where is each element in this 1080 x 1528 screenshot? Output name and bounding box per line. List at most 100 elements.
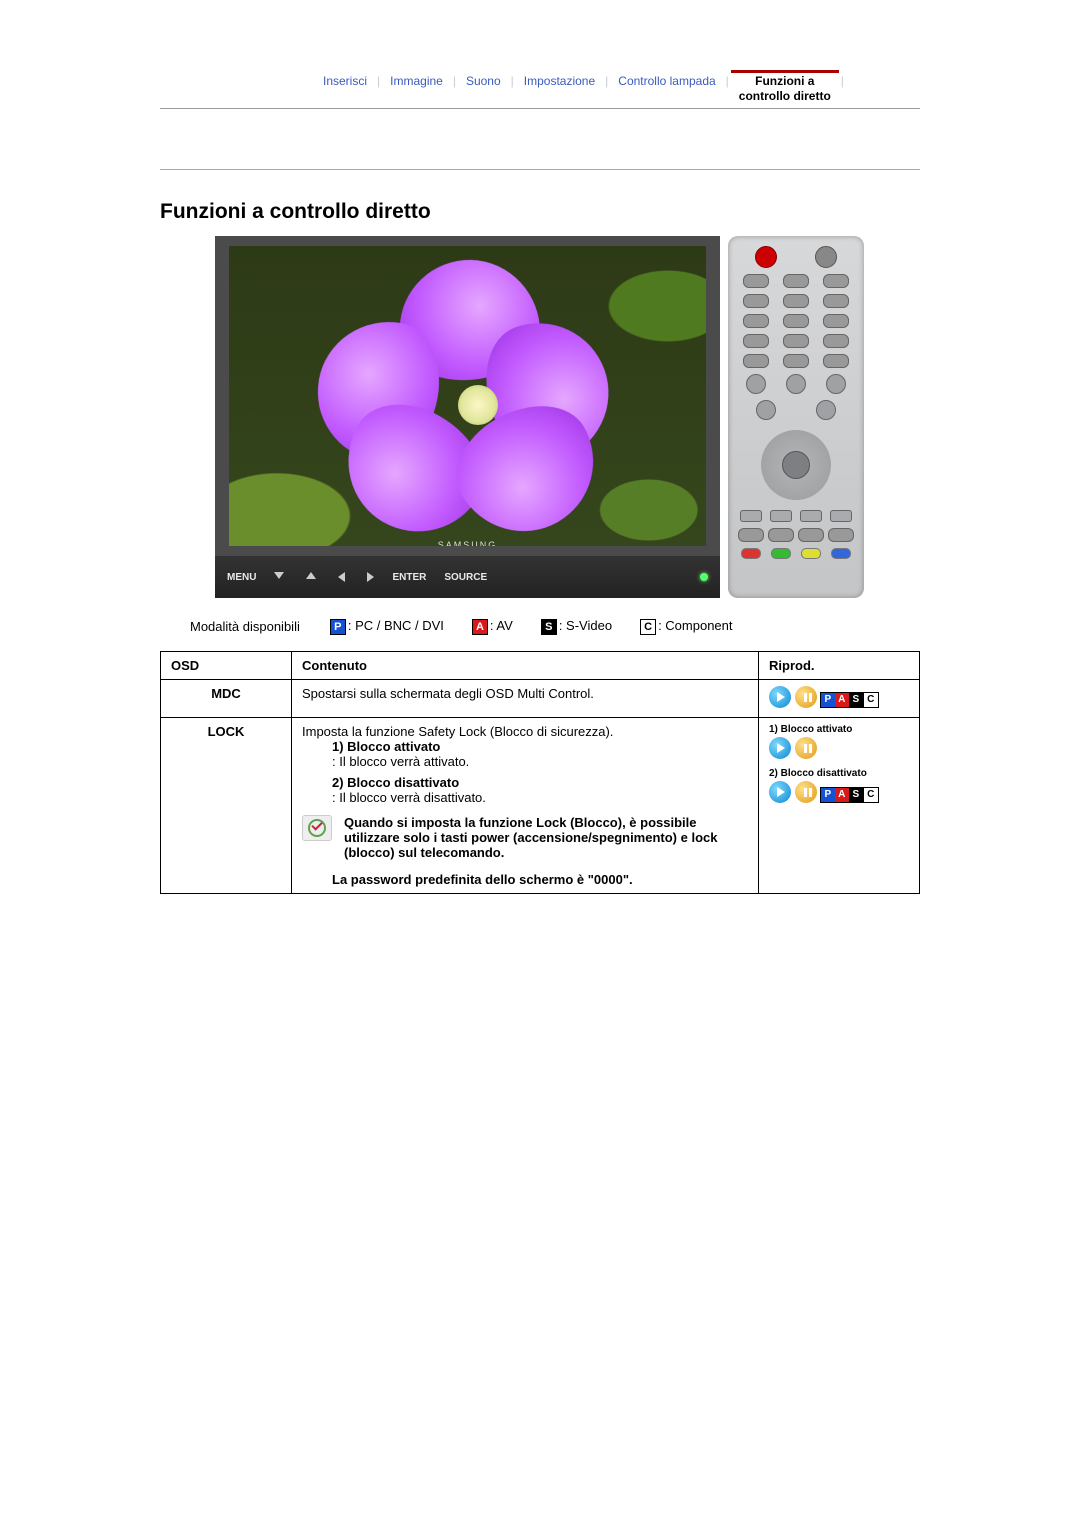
remote-button[interactable]	[768, 528, 794, 542]
remote-button[interactable]	[783, 334, 809, 348]
red-pill-icon[interactable]	[741, 548, 761, 559]
enter-button[interactable]: ENTER	[392, 572, 426, 583]
tab-separator: |	[839, 70, 846, 92]
th-osd: OSD	[161, 652, 292, 680]
legend-s: : S-Video	[559, 618, 612, 633]
play-icon[interactable]	[769, 781, 791, 803]
remote-button[interactable]	[738, 528, 764, 542]
remote-button[interactable]	[830, 510, 852, 522]
badge-c-icon: C	[640, 619, 656, 635]
remote-button[interactable]	[800, 510, 822, 522]
remote-button[interactable]	[783, 314, 809, 328]
menu-button[interactable]: MENU	[227, 572, 256, 583]
remote-button[interactable]	[743, 334, 769, 348]
remote-button[interactable]	[828, 528, 854, 542]
hero-illustration: SAMSUNG MENU ENTER SOURCE	[215, 236, 865, 598]
tab-controllo-lampada[interactable]: Controllo lampada	[610, 70, 723, 92]
remote-button[interactable]	[798, 528, 824, 542]
yellow-pill-icon[interactable]	[801, 548, 821, 559]
tab-suono[interactable]: Suono	[458, 70, 509, 92]
lock-opt1-title: 1) Blocco attivato	[332, 739, 748, 754]
monitor-brand: SAMSUNG	[438, 540, 498, 550]
remote-button[interactable]	[783, 354, 809, 368]
note-icon	[302, 815, 332, 841]
remote-button[interactable]	[786, 374, 806, 394]
lock-opt2-desc: : Il blocco verrà disattivato.	[332, 790, 748, 805]
remote-button[interactable]	[743, 314, 769, 328]
content-mdc: Spostarsi sulla schermata degli OSD Mult…	[292, 680, 759, 718]
remote-button[interactable]	[783, 274, 809, 288]
badge-s-icon: S	[541, 619, 557, 635]
badge-a-icon: A	[472, 619, 488, 635]
riprod-lab2: 2) Blocco disattivato	[769, 768, 909, 779]
badge-p-icon: P	[330, 619, 346, 635]
divider	[160, 169, 920, 170]
pasc-badges: PASC	[820, 692, 879, 708]
tab-separator: |	[724, 70, 731, 92]
osd-table: OSD Contenuto Riprod. MDC Spostarsi sull…	[160, 651, 920, 894]
content-lock: Imposta la funzione Safety Lock (Blocco …	[292, 718, 759, 894]
lock-intro: Imposta la funzione Safety Lock (Blocco …	[302, 724, 748, 739]
osd-lock: LOCK	[161, 718, 292, 894]
lock-opt2-title: 2) Blocco disattivato	[332, 775, 748, 790]
source-button[interactable]: SOURCE	[444, 572, 487, 583]
riprod-lab1: 1) Blocco attivato	[769, 724, 909, 735]
tab-bar: Inserisci | Immagine | Suono | Impostazi…	[160, 70, 920, 109]
table-header-row: OSD Contenuto Riprod.	[161, 652, 920, 680]
table-row: MDC Spostarsi sulla schermata degli OSD …	[161, 680, 920, 718]
power-off-icon[interactable]	[815, 246, 837, 268]
remote-button[interactable]	[783, 294, 809, 308]
monitor-screen: SAMSUNG	[215, 236, 720, 556]
up-icon[interactable]	[306, 572, 316, 579]
right-icon[interactable]	[367, 572, 374, 582]
remote-button[interactable]	[826, 374, 846, 394]
legend-a: : AV	[490, 618, 513, 633]
pause-icon[interactable]	[795, 781, 817, 803]
remote-button[interactable]	[823, 314, 849, 328]
riprod-lock: 1) Blocco attivato 2) Blocco disattivato…	[759, 718, 920, 894]
remote-button[interactable]	[740, 510, 762, 522]
remote-button[interactable]	[816, 400, 836, 420]
remote-button[interactable]	[823, 294, 849, 308]
blue-pill-icon[interactable]	[831, 548, 851, 559]
remote-button[interactable]	[823, 354, 849, 368]
osd-mdc: MDC	[161, 680, 292, 718]
play-icon[interactable]	[769, 686, 791, 708]
tab-funzioni-active[interactable]: Funzioni acontrollo diretto	[731, 70, 839, 108]
remote-button[interactable]	[743, 274, 769, 288]
play-icon[interactable]	[769, 737, 791, 759]
mode-legend: Modalità disponibili P: PC / BNC / DVI A…	[190, 618, 920, 635]
remote-button[interactable]	[756, 400, 776, 420]
section-title: Funzioni a controllo diretto	[160, 200, 920, 224]
tab-inserisci[interactable]: Inserisci	[315, 70, 375, 92]
green-pill-icon[interactable]	[771, 548, 791, 559]
monitor-button-panel: MENU ENTER SOURCE	[215, 556, 720, 598]
th-content: Contenuto	[292, 652, 759, 680]
th-riprod: Riprod.	[759, 652, 920, 680]
tab-separator: |	[603, 70, 610, 92]
remote-button[interactable]	[746, 374, 766, 394]
lock-note: Quando si imposta la funzione Lock (Bloc…	[344, 815, 748, 860]
left-icon[interactable]	[338, 572, 345, 582]
dpad-icon[interactable]	[761, 430, 831, 500]
table-row: LOCK Imposta la funzione Safety Lock (Bl…	[161, 718, 920, 894]
legend-p: : PC / BNC / DVI	[348, 618, 444, 633]
tab-separator: |	[451, 70, 458, 92]
pause-icon[interactable]	[795, 686, 817, 708]
remote-control	[728, 236, 864, 598]
remote-button[interactable]	[823, 334, 849, 348]
power-led-icon	[700, 573, 708, 581]
tab-immagine[interactable]: Immagine	[382, 70, 451, 92]
tab-impostazione[interactable]: Impostazione	[516, 70, 603, 92]
remote-button[interactable]	[743, 294, 769, 308]
legend-label: Modalità disponibili	[190, 619, 300, 634]
power-on-icon[interactable]	[755, 246, 777, 268]
pause-icon[interactable]	[795, 737, 817, 759]
lock-password: La password predefinita dello schermo è …	[332, 872, 748, 887]
remote-button[interactable]	[770, 510, 792, 522]
remote-button[interactable]	[823, 274, 849, 288]
legend-c: : Component	[658, 618, 732, 633]
pasc-badges: PASC	[820, 787, 879, 803]
down-icon[interactable]	[274, 572, 284, 579]
remote-button[interactable]	[743, 354, 769, 368]
